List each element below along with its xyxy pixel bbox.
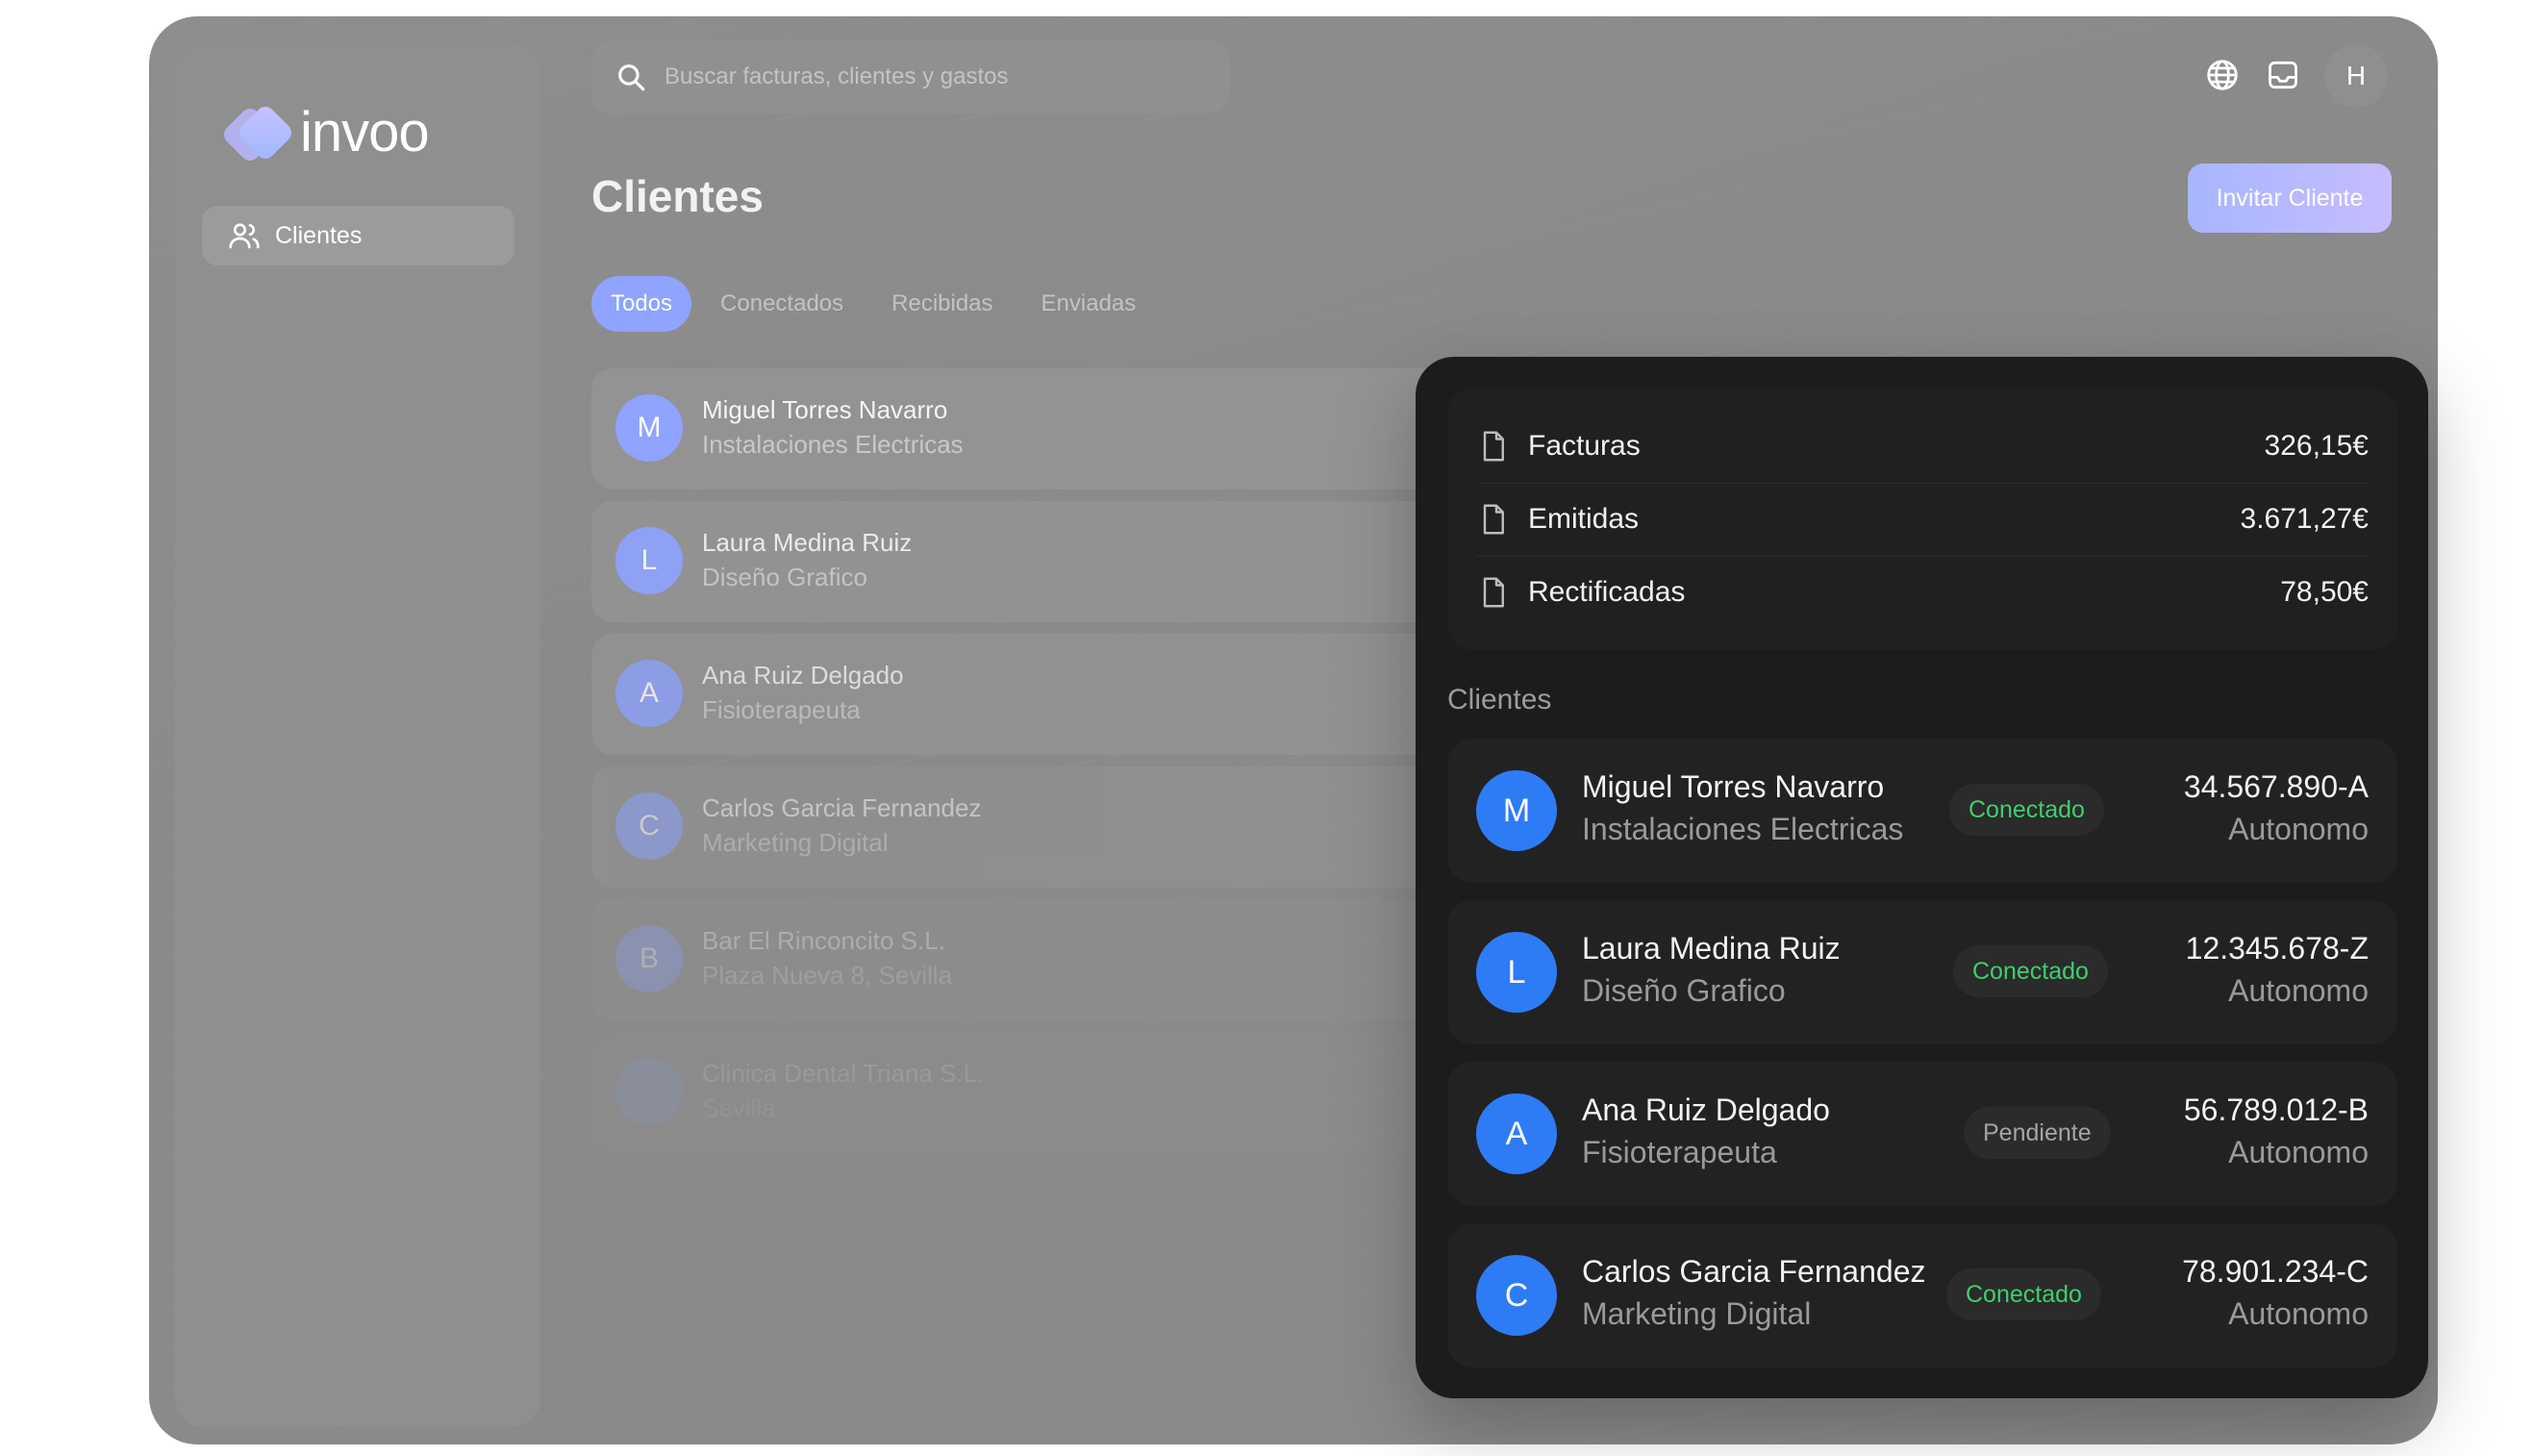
client-subtitle: Sevilla — [702, 1093, 776, 1122]
avatar — [615, 1058, 683, 1125]
logo[interactable]: invoo — [219, 100, 430, 164]
stat-label: Emitidas — [1528, 503, 1640, 535]
tab-conectados[interactable]: Conectados — [701, 276, 863, 332]
tab-enviadas[interactable]: Enviadas — [1022, 276, 1156, 332]
client-card[interactable]: C Carlos Garcia Fernandez Marketing Digi… — [1447, 1223, 2397, 1368]
avatar: M — [615, 394, 683, 462]
avatar: L — [615, 527, 683, 594]
inbox-icon[interactable] — [2265, 57, 2301, 93]
client-subtitle: Marketing Digital — [1582, 1296, 1812, 1331]
client-subtitle: Plaza Nueva 8, Sevilla — [702, 961, 953, 990]
status-badge: Pendiente — [1964, 1107, 2111, 1159]
status-badge: Conectado — [1949, 784, 2104, 836]
client-subtitle: Marketing Digital — [702, 828, 889, 857]
client-tax-id: 78.901.234-C — [2182, 1254, 2369, 1289]
client-name: Laura Medina Ruiz — [702, 528, 913, 557]
client-card[interactable]: A Ana Ruiz Delgado Fisioterapeuta Pendie… — [1447, 1062, 2397, 1206]
avatar: L — [1476, 932, 1557, 1013]
client-subtitle: Diseño Grafico — [1582, 973, 1786, 1008]
stat-row-rectificadas[interactable]: Rectificadas 78,50€ — [1476, 556, 2369, 629]
client-name: Ana Ruiz Delgado — [1582, 1092, 1830, 1127]
stat-row-facturas[interactable]: Facturas 326,15€ — [1476, 410, 2369, 483]
globe-icon[interactable] — [2204, 57, 2241, 93]
client-type: Autonomo — [2228, 812, 2369, 846]
client-type: Autonomo — [2228, 973, 2369, 1008]
logo-text: invoo — [300, 101, 430, 163]
client-subtitle: Instalaciones Electricas — [702, 430, 964, 459]
client-name: Carlos Garcia Fernandez — [702, 793, 982, 822]
search-input[interactable] — [663, 63, 1205, 91]
client-name: Carlos Garcia Fernandez — [1582, 1254, 1926, 1289]
document-icon — [1476, 429, 1511, 464]
search-bar — [591, 40, 1230, 113]
page-title: Clientes — [591, 171, 764, 221]
sidebar-item-clientes[interactable]: Clientes — [202, 206, 514, 265]
sidebar: invoo Clientes — [175, 42, 540, 1427]
avatar: B — [615, 925, 683, 992]
stat-value: 326,15€ — [2264, 430, 2369, 462]
tab-recibidas[interactable]: Recibidas — [872, 276, 1012, 332]
client-subtitle: Fisioterapeuta — [1582, 1135, 1777, 1169]
client-type: Autonomo — [2228, 1296, 2369, 1331]
client-name: Miguel Torres Navarro — [702, 395, 948, 424]
document-icon — [1476, 502, 1511, 537]
users-icon — [227, 218, 262, 253]
client-tax-id: 56.789.012-B — [2183, 1092, 2369, 1127]
client-summary-panel: Facturas 326,15€ Emitidas 3.671,27€ Rect… — [1416, 357, 2428, 1398]
stat-value: 78,50€ — [2280, 576, 2369, 608]
invoice-stats-card: Facturas 326,15€ Emitidas 3.671,27€ Rect… — [1447, 389, 2397, 650]
sidebar-item-label: Clientes — [275, 221, 363, 249]
document-icon — [1476, 575, 1511, 610]
client-name: Ana Ruiz Delgado — [702, 661, 904, 690]
tab-todos[interactable]: Todos — [591, 276, 692, 332]
client-name: Miguel Torres Navarro — [1582, 769, 1885, 804]
client-tax-id: 12.345.678-Z — [2185, 931, 2369, 966]
avatar: A — [1476, 1093, 1557, 1174]
client-subtitle: Fisioterapeuta — [702, 695, 861, 724]
section-label-clientes: Clientes — [1447, 684, 1552, 715]
avatar: A — [615, 660, 683, 727]
stat-label: Facturas — [1528, 430, 1641, 462]
client-name: Bar El Rinconcito S.L. — [702, 926, 945, 955]
client-name: Laura Medina Ruiz — [1582, 931, 1841, 966]
logo-mark-icon — [219, 102, 296, 164]
stat-label: Rectificadas — [1528, 576, 1686, 608]
client-card[interactable]: L Laura Medina Ruiz Diseño Grafico Conec… — [1447, 900, 2397, 1044]
client-name: Clinica Dental Triana S.L. — [702, 1059, 985, 1088]
avatar: C — [1476, 1255, 1557, 1336]
filter-tabs: Todos Conectados Recibidas Enviadas — [591, 276, 1155, 332]
stat-value: 3.671,27€ — [2240, 503, 2369, 535]
status-badge: Conectado — [1946, 1268, 2101, 1320]
client-subtitle: Diseño Grafico — [702, 563, 867, 591]
client-subtitle: Instalaciones Electricas — [1582, 812, 1904, 846]
invite-client-button[interactable]: Invitar Cliente — [2188, 163, 2392, 233]
avatar: C — [615, 792, 683, 860]
search-icon — [614, 61, 647, 93]
stat-row-emitidas[interactable]: Emitidas 3.671,27€ — [1476, 483, 2369, 556]
status-badge: Conectado — [1953, 945, 2108, 997]
client-type: Autonomo — [2228, 1135, 2369, 1169]
client-tax-id: 34.567.890-A — [2183, 769, 2369, 804]
avatar: M — [1476, 770, 1557, 851]
client-card[interactable]: M Miguel Torres Navarro Instalaciones El… — [1447, 739, 2397, 883]
user-avatar[interactable]: H — [2324, 44, 2388, 108]
